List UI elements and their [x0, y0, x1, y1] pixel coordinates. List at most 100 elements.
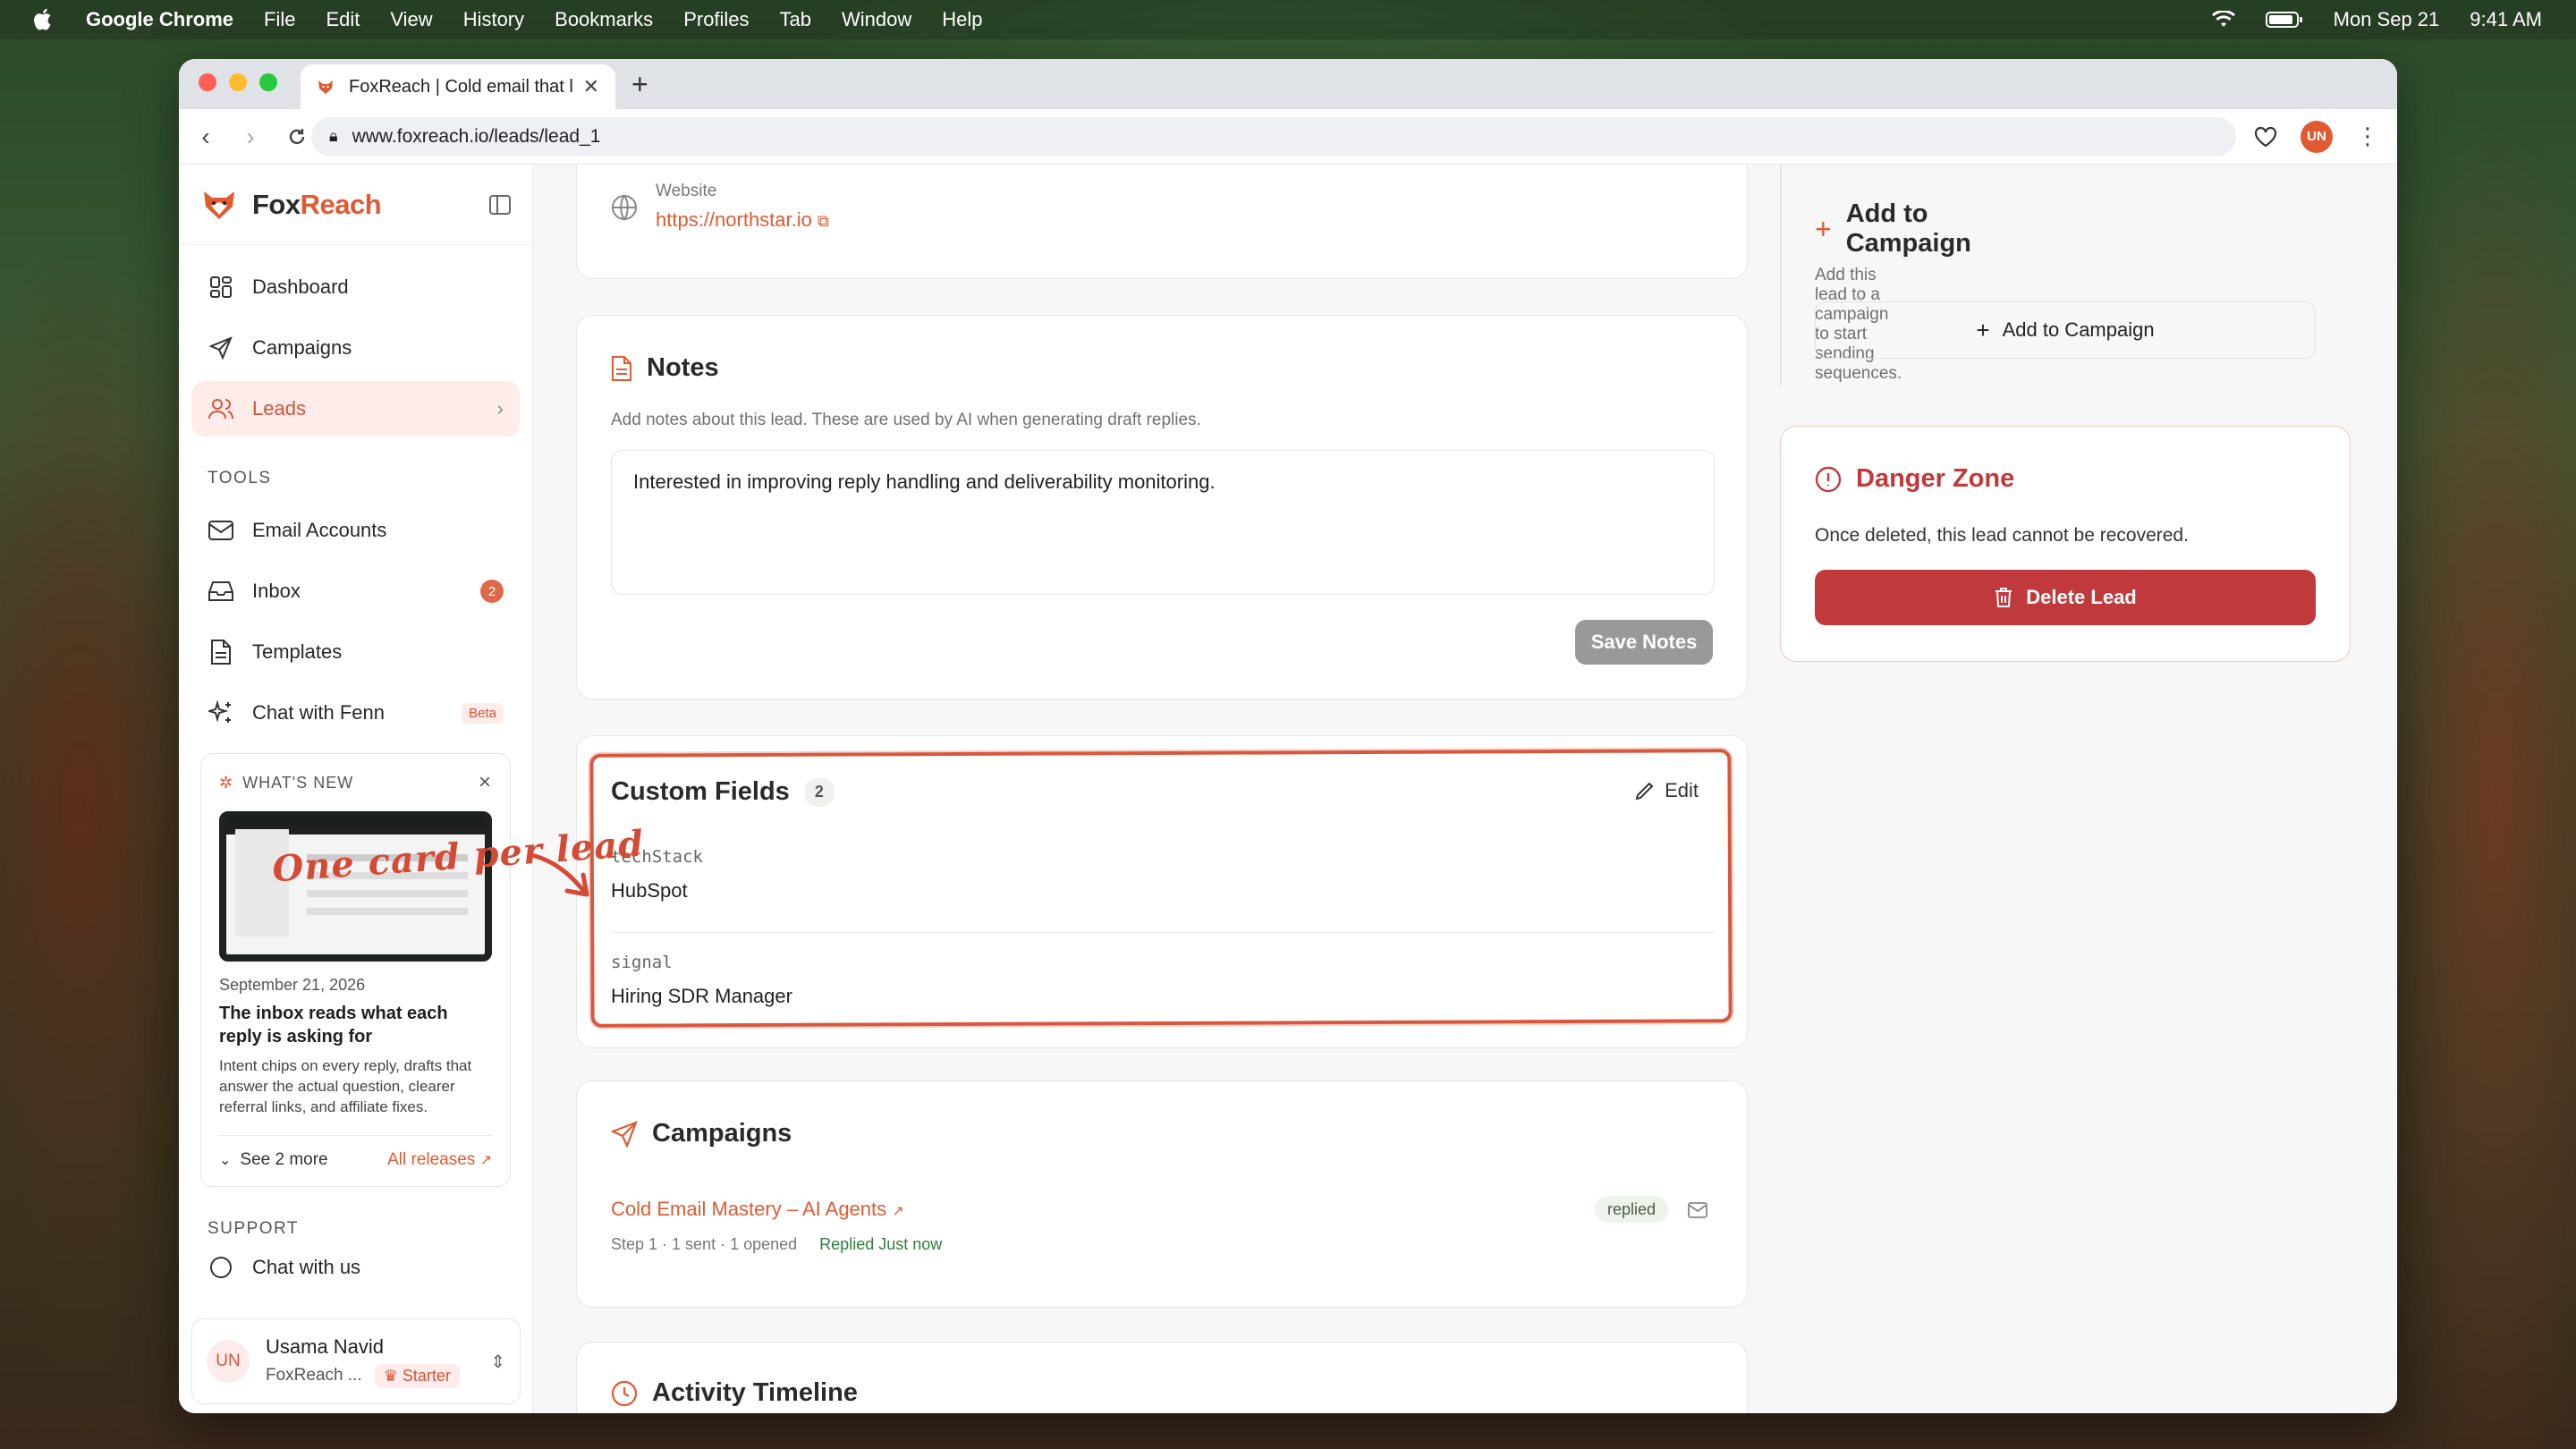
user-name: Usama Navid: [266, 1335, 385, 1358]
menubar-date[interactable]: Mon Sep 21: [2334, 8, 2440, 31]
sidebar-item-dashboard[interactable]: Dashboard: [191, 259, 520, 315]
new-tab-icon[interactable]: +: [631, 68, 648, 101]
sidebar-item-campaigns[interactable]: Campaigns: [191, 320, 520, 376]
tab-strip: FoxReach | Cold email that l... ✕ +: [179, 59, 2397, 109]
website-card: Website https://northstar.io ⧉: [576, 165, 1748, 279]
wifi-icon[interactable]: [2211, 11, 2235, 29]
brand-name-second: Reach: [300, 188, 382, 220]
apple-icon[interactable]: [34, 8, 54, 31]
release-description: Intent chips on every reply, drafts that…: [219, 1057, 472, 1115]
release-title[interactable]: The inbox reads what each reply is askin…: [219, 1002, 492, 1048]
user-menu[interactable]: UN Usama Navid FoxReach ... ♛ Starter ⇕: [191, 1318, 521, 1404]
sidebar-item-inbox[interactable]: Inbox 2: [191, 564, 520, 619]
forward-icon[interactable]: ›: [242, 123, 259, 151]
dashboard-icon: [208, 274, 234, 301]
brand-name[interactable]: FoxReach: [252, 188, 382, 221]
close-window-button[interactable]: [199, 73, 216, 91]
menu-help[interactable]: Help: [942, 8, 982, 31]
users-icon: [208, 395, 234, 422]
external-link-icon: ↗: [892, 1204, 904, 1219]
battery-icon[interactable]: [2265, 11, 2303, 29]
mail-icon[interactable]: [1688, 1202, 1707, 1218]
url-text: www.foxreach.io/leads/lead_1: [352, 125, 601, 147]
tools-heading: TOOLS: [208, 469, 272, 487]
url-bar[interactable]: 🔒︎ www.foxreach.io/leads/lead_1: [311, 116, 2236, 157]
delete-lead-button[interactable]: Delete Lead: [1815, 570, 2316, 625]
browser-tab-active[interactable]: FoxReach | Cold email that l... ✕: [301, 64, 615, 109]
chevron-down-icon: ⌄: [219, 1153, 232, 1168]
release-screenshot[interactable]: [219, 811, 492, 962]
sparkle-icon: ✲: [219, 773, 234, 792]
macos-menubar: Google Chrome File Edit View History Boo…: [0, 0, 2576, 39]
chevron-up-down-icon: ⇕: [490, 1352, 505, 1372]
sidebar-item-chat-with-us[interactable]: Chat with us: [191, 1248, 520, 1287]
send-icon: [611, 1120, 638, 1148]
external-link-icon: ⧉: [818, 212, 829, 230]
annotation-arrow-icon: [529, 852, 589, 897]
zoom-window-button[interactable]: [259, 73, 277, 91]
brand-header: FoxReach: [179, 165, 532, 245]
add-to-campaign-button[interactable]: + Add to Campaign: [1815, 301, 2316, 359]
collapse-sidebar-icon[interactable]: [489, 194, 511, 215]
activity-timeline-card: Activity Timeline: [576, 1342, 1748, 1413]
all-releases-link[interactable]: All releases ↗: [387, 1150, 492, 1170]
tab-title: FoxReach | Cold email that l...: [349, 76, 574, 97]
sidebar-item-email-accounts[interactable]: Email Accounts: [191, 503, 520, 558]
menu-app-name[interactable]: Google Chrome: [86, 8, 233, 31]
campaign-step-stats: Step 1 · 1 sent · 1 opened: [611, 1235, 798, 1253]
save-notes-button[interactable]: Save Notes: [1575, 620, 1713, 665]
heart-icon[interactable]: [2254, 126, 2277, 148]
sparkles-icon: [208, 699, 234, 726]
menu-window[interactable]: Window: [842, 8, 911, 31]
activity-title: Activity Timeline: [652, 1378, 858, 1407]
profile-avatar[interactable]: UN: [2301, 120, 2333, 153]
add-to-campaign-card: + Add to Campaign Add this lead to a camp…: [1780, 165, 2316, 386]
see-more-button[interactable]: See 2 more: [240, 1150, 327, 1170]
brand-name-first: Fox: [252, 188, 301, 220]
minimize-window-button[interactable]: [229, 73, 247, 91]
reload-icon[interactable]: [286, 126, 308, 148]
close-tab-icon[interactable]: ✕: [583, 75, 599, 98]
sidebar-item-label: Chat with us: [252, 1256, 361, 1278]
danger-zone-title: Danger Zone: [1856, 464, 2015, 493]
menu-history[interactable]: History: [463, 8, 524, 31]
document-icon: [208, 639, 234, 665]
sidebar-item-chat-with-fenn[interactable]: Chat with Fenn Beta: [191, 685, 520, 741]
menu-view[interactable]: View: [390, 8, 432, 31]
back-icon[interactable]: ‹: [197, 123, 215, 151]
sidebar-item-templates[interactable]: Templates: [191, 624, 520, 680]
menu-bookmarks[interactable]: Bookmarks: [555, 8, 653, 31]
menu-tab[interactable]: Tab: [780, 8, 811, 31]
danger-zone-text: Once deleted, this lead cannot be recove…: [1815, 525, 2189, 546]
plan-label: Starter: [402, 1366, 451, 1385]
campaign-meta: Step 1 · 1 sent · 1 opened Replied Just …: [611, 1235, 942, 1254]
notes-title: Notes: [647, 353, 719, 382]
menu-profiles[interactable]: Profiles: [683, 8, 749, 31]
sidebar-item-label: Templates: [252, 640, 343, 663]
sidebar-item-leads[interactable]: Leads ›: [191, 381, 520, 436]
menu-file[interactable]: File: [264, 8, 295, 31]
website-link[interactable]: https://northstar.io ⧉: [656, 208, 829, 232]
notes-card: Notes Add notes about this lead. These a…: [576, 315, 1748, 699]
close-icon[interactable]: ×: [479, 770, 492, 795]
campaign-replied-status: Replied Just now: [819, 1235, 943, 1253]
plus-icon: +: [1976, 316, 1990, 343]
support-heading: SUPPORT: [208, 1219, 300, 1238]
sidebar-item-label: Campaigns: [252, 336, 352, 359]
mail-icon: [208, 517, 234, 544]
menubar-time[interactable]: 9:41 AM: [2470, 8, 2542, 31]
kebab-menu-icon[interactable]: ⋮: [2356, 123, 2379, 150]
send-icon: [208, 335, 234, 361]
user-avatar: UN: [207, 1340, 250, 1383]
campaign-link[interactable]: Cold Email Mastery – AI Agents ↗: [611, 1198, 904, 1221]
website-label: Website: [656, 182, 717, 200]
menu-edit[interactable]: Edit: [326, 8, 360, 31]
window-controls: [199, 73, 277, 91]
foxreach-favicon-icon: [318, 80, 333, 94]
alert-circle-icon: [1815, 466, 1842, 493]
notes-textarea[interactable]: Interested in improving reply handling a…: [611, 450, 1715, 595]
notes-help-text: Add notes about this lead. These are use…: [611, 411, 1201, 429]
release-date: September 21, 2026: [219, 976, 366, 994]
lead-detail-main: Website https://northstar.io ⧉ Notes Add…: [533, 165, 2397, 1413]
campaign-status-badge: replied: [1594, 1196, 1668, 1223]
